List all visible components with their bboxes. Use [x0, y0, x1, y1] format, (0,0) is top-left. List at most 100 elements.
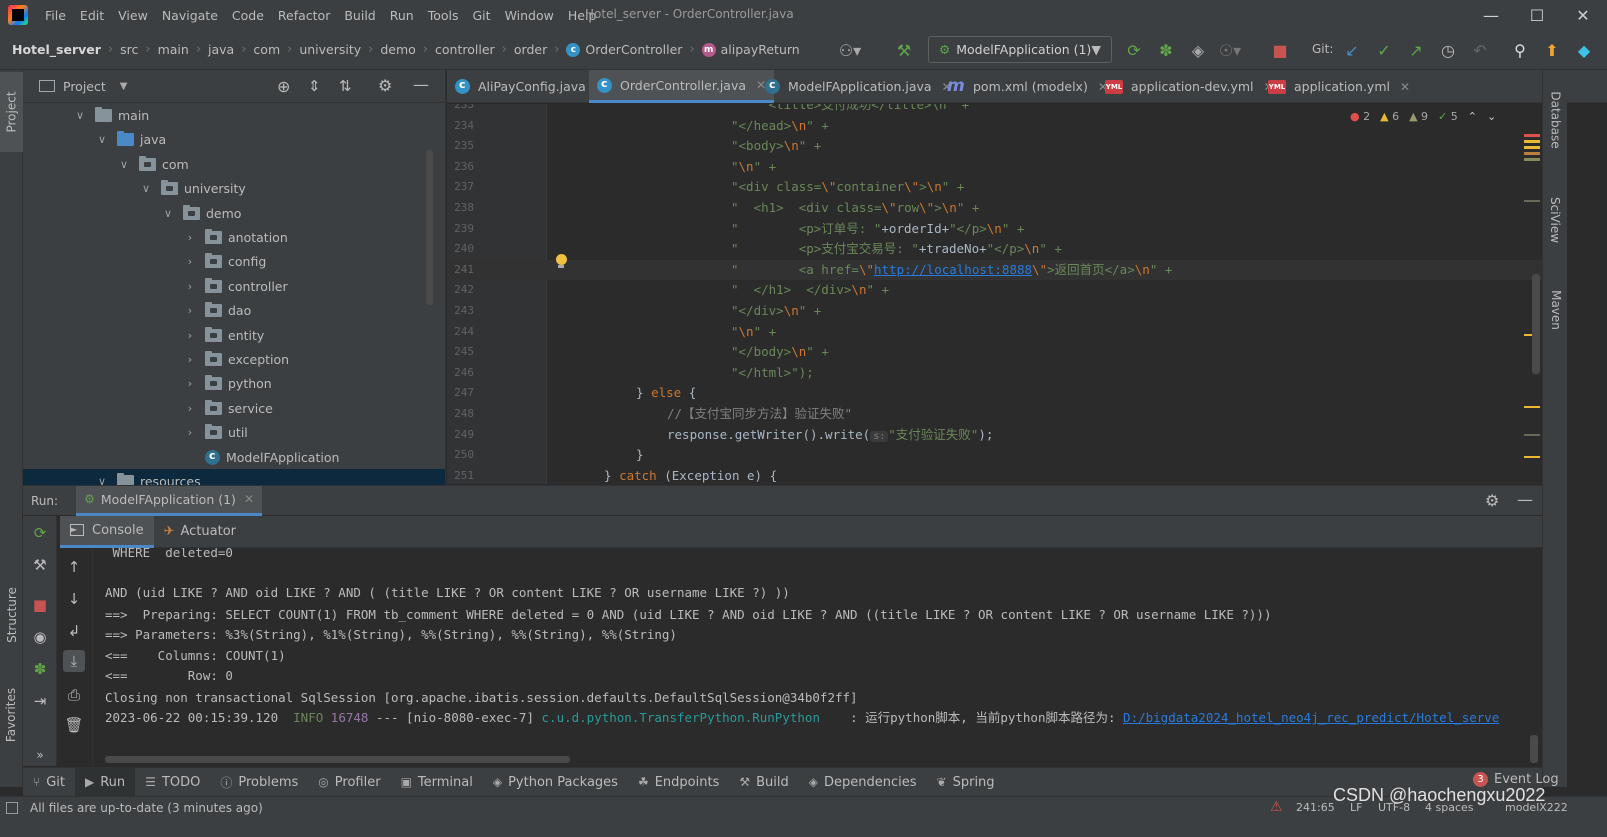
git-update-icon[interactable]: ↙ [1340, 38, 1364, 62]
coverage-icon[interactable]: ◈ [1186, 38, 1210, 62]
tree-item-demo[interactable]: ∨ demo [23, 201, 445, 226]
hide-panel-icon[interactable]: — [1517, 490, 1533, 509]
database-tool-tab[interactable]: Database [1544, 80, 1567, 160]
update-icon[interactable]: ⬆ [1540, 38, 1564, 62]
menu-code[interactable]: Code [225, 8, 271, 23]
tree-scrollbar[interactable] [426, 150, 433, 305]
bottom-tab-terminal[interactable]: ▣ Terminal [391, 768, 483, 797]
bottom-tab-profiler[interactable]: ◎ Profiler [308, 768, 390, 797]
git-push-icon[interactable]: ↗ [1404, 38, 1428, 62]
breadcrumb-item[interactable]: m alipayReturn [698, 42, 804, 58]
bottom-tab-endpoints[interactable]: ☘ Endpoints [628, 768, 729, 797]
favorites-tool-tab[interactable]: Favorites [0, 670, 23, 760]
previous-highlight-icon[interactable]: ⌃ [1468, 110, 1477, 123]
plugin-icon[interactable]: ◆ [1572, 38, 1596, 62]
debug-icon[interactable]: ✽ [1154, 38, 1178, 62]
menu-run[interactable]: Run [383, 8, 421, 23]
tree-item-config[interactable]: › config [23, 249, 445, 274]
chevron-right-icon[interactable]: › [183, 377, 197, 390]
exit-icon[interactable]: ⇥ [29, 690, 51, 712]
history-icon[interactable]: ◷ [1436, 38, 1460, 62]
tree-item-anotation[interactable]: › anotation [23, 225, 445, 250]
tree-item-util[interactable]: › util [23, 420, 445, 445]
code-editor[interactable]: 233 " <title>支付成功</title>\n" +234 "</head>… [447, 104, 1542, 484]
tree-item-modelfapplication[interactable]: ModelFApplication [23, 445, 445, 470]
errors-indicator[interactable]: ● 2 [1350, 110, 1370, 123]
chevron-down-icon[interactable]: ∨ [161, 207, 175, 220]
rerun-icon[interactable]: ⟳ [29, 522, 51, 544]
bottom-tab-problems[interactable]: ⓘ Problems [210, 768, 308, 797]
tree-item-java[interactable]: ∨ java [23, 127, 445, 152]
settings-gear-icon[interactable]: ⚙ [378, 76, 392, 95]
stop-icon[interactable]: ■ [29, 594, 51, 616]
breadcrumb-item[interactable]: src [116, 42, 142, 57]
maven-tool-tab[interactable]: Maven [1544, 270, 1567, 350]
breadcrumb-item[interactable]: java [204, 42, 238, 57]
menu-view[interactable]: View [111, 8, 155, 23]
editor-tab[interactable]: YML application.yml ✕ [1260, 70, 1418, 103]
rollback-icon[interactable]: ↶ [1468, 38, 1492, 62]
print-icon[interactable]: ⎙ [63, 684, 85, 706]
git-commit-icon[interactable]: ✓ [1372, 38, 1396, 62]
chevron-down-icon[interactable]: ∨ [95, 133, 109, 146]
locate-icon[interactable]: ⊕ [277, 77, 290, 96]
scroll-up-icon[interactable]: ↑ [63, 556, 85, 578]
bottom-tab-python-packages[interactable]: ◈ Python Packages [483, 768, 628, 797]
chevron-right-icon[interactable]: › [183, 353, 197, 366]
editor-tab[interactable]: OrderController.java✕ [589, 70, 775, 103]
console-tab[interactable]: ► Console [60, 515, 154, 548]
tree-item-university[interactable]: ∨ university [23, 176, 445, 201]
bottom-tab-build[interactable]: ⚒ Build [729, 768, 798, 797]
bottom-tab-dependencies[interactable]: ◈ Dependencies [799, 768, 927, 797]
project-tool-tab[interactable]: Project [0, 72, 23, 152]
debug-icon[interactable]: ✽ [29, 658, 51, 680]
tree-item-com[interactable]: ∨ com [23, 152, 445, 177]
editor-tab[interactable]: m pom.xml (modelx) ✕ [939, 70, 1116, 103]
breadcrumb-item[interactable]: c OrderController [562, 42, 686, 58]
breadcrumb-item[interactable]: university [295, 42, 365, 57]
user-icon[interactable]: ⚇▾ [838, 38, 862, 62]
bottom-tab-todo[interactable]: ☰ TODO [135, 768, 210, 797]
weak-warnings-indicator[interactable]: ▲ 9 [1409, 110, 1428, 123]
tree-item-controller[interactable]: › controller [23, 274, 445, 299]
collapse-all-icon[interactable]: ⇅ [339, 77, 352, 95]
rerun-icon[interactable]: ⟳ [1122, 38, 1146, 62]
scroll-down-icon[interactable]: ↓ [63, 588, 85, 610]
tree-item-python[interactable]: › python [23, 371, 445, 396]
bottom-tab-run[interactable]: ▶ Run [75, 767, 136, 797]
menu-window[interactable]: Window [498, 8, 561, 23]
chevron-down-icon[interactable]: ∨ [117, 158, 131, 171]
menu-tools[interactable]: Tools [421, 8, 466, 23]
camera-icon[interactable]: ◉ [29, 626, 51, 648]
settings-gear-icon[interactable]: ⚙ [1485, 491, 1499, 510]
build-hammer-icon[interactable]: ⚒ [892, 38, 916, 62]
menu-navigate[interactable]: Navigate [155, 8, 225, 23]
script-path-link[interactable]: D:/bigdata2024_hotel_neo4j_rec_predict/H… [1123, 710, 1499, 725]
stop-icon[interactable]: ■ [1268, 38, 1292, 62]
more-icon[interactable]: » [29, 744, 51, 766]
chevron-right-icon[interactable]: › [183, 426, 197, 439]
chevron-right-icon[interactable]: › [183, 280, 197, 293]
chevron-down-icon[interactable]: ∨ [73, 109, 87, 122]
breadcrumb-item[interactable]: controller [431, 42, 499, 57]
bottom-tab-spring[interactable]: ❦ Spring [927, 768, 1005, 797]
breadcrumb-item[interactable]: Hotel_server [8, 42, 105, 57]
next-highlight-icon[interactable]: ⌄ [1487, 110, 1496, 123]
ok-indicator[interactable]: ✓ 5 [1438, 110, 1458, 123]
project-title[interactable]: Project [63, 79, 106, 94]
error-indicator-icon[interactable]: ⚠ [1270, 799, 1283, 815]
tree-item-main[interactable]: ∨ main [23, 103, 445, 128]
minimize-button[interactable]: — [1468, 0, 1514, 30]
menu-refactor[interactable]: Refactor [271, 8, 337, 23]
run-config-tab[interactable]: ⚙ ModelFApplication (1) ✕ [76, 485, 262, 516]
console-horizontal-scrollbar[interactable] [105, 756, 570, 763]
inspection-widget[interactable]: ● 2 ▲ 6 ▲ 9 ✓ 5 ⌃ ⌄ [1350, 110, 1496, 123]
editor-error-stripe[interactable] [1522, 104, 1542, 484]
clear-trash-icon[interactable]: 🗑 [63, 714, 85, 736]
tool-windows-icon[interactable] [6, 802, 18, 814]
chevron-right-icon[interactable]: › [183, 231, 197, 244]
menu-git[interactable]: Git [466, 8, 498, 23]
run-configuration-select[interactable]: ⚙ ModelFApplication (1) ▼ [928, 36, 1112, 63]
maximize-button[interactable]: ☐ [1514, 0, 1560, 30]
chevron-right-icon[interactable]: › [183, 304, 197, 317]
